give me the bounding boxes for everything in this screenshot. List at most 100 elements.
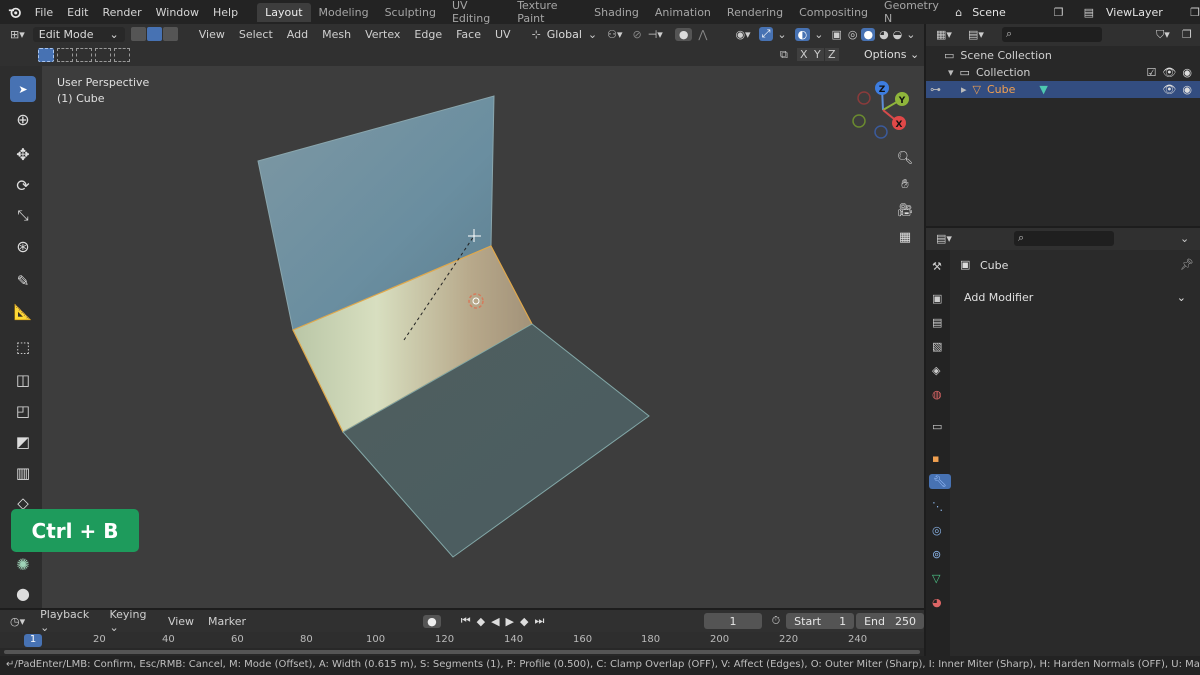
orientation-label[interactable]: Global	[547, 28, 582, 41]
expand-arrow-icon[interactable]: ▾	[948, 66, 954, 79]
measure-tool-icon[interactable]: 📐	[10, 299, 36, 325]
playhead-frame[interactable]: 1	[24, 634, 42, 647]
next-keyframe-icon[interactable]: ◆	[520, 615, 528, 628]
scene-copy-icon[interactable]: ❐	[1054, 6, 1064, 19]
display-mode-icon[interactable]: ▤▾	[968, 28, 984, 41]
menu-face[interactable]: Face	[449, 28, 488, 41]
world-tab-icon[interactable]: ◍	[932, 388, 942, 401]
menu-file[interactable]: File	[28, 6, 60, 19]
menu-render[interactable]: Render	[95, 6, 148, 19]
mirror-x-toggle[interactable]: X	[797, 48, 811, 61]
chevron-down-icon[interactable]: ⌄	[588, 28, 597, 41]
tab-layout[interactable]: Layout	[257, 2, 311, 22]
mesh-render[interactable]	[42, 66, 924, 608]
menu-vertex[interactable]: Vertex	[358, 28, 407, 41]
snap-icon[interactable]: ⊘	[632, 28, 641, 41]
loop-cut-tool-icon[interactable]: ▥	[10, 460, 36, 486]
prev-keyframe-icon[interactable]: ◆	[477, 615, 485, 628]
camera-view-icon[interactable]: 🎥︎	[894, 199, 916, 221]
physics-tab-icon[interactable]: ◎	[932, 524, 942, 537]
annotate-tool-icon[interactable]: ✎	[10, 268, 36, 294]
record-button[interactable]: ●	[423, 614, 441, 628]
pan-hand-icon[interactable]: ✋︎	[894, 173, 916, 195]
outliner-cube[interactable]: ⊶ ▸ ▽ Cube ▼ 👁︎ ◉	[926, 81, 1200, 98]
scene-tab-icon[interactable]: ◈	[932, 364, 940, 377]
search-input[interactable]: ⌕	[1002, 27, 1102, 42]
blender-logo-icon[interactable]	[8, 4, 22, 20]
select-invert-icon[interactable]	[95, 48, 111, 62]
smooth-tool-icon[interactable]: ●	[10, 580, 36, 606]
object-tab-icon[interactable]: ▪	[932, 452, 939, 465]
view-layer-tab-icon[interactable]: ▧	[932, 340, 942, 353]
visibility-eye-icon[interactable]: 👁︎	[1162, 83, 1176, 96]
material-tab-icon[interactable]: ◕	[932, 596, 942, 609]
outliner-editor-icon[interactable]: ▦▾	[936, 28, 952, 41]
falloff-icon[interactable]: ⋀	[698, 28, 707, 41]
chevron-down-icon[interactable]: ⌄	[1180, 232, 1189, 245]
menu-window[interactable]: Window	[149, 6, 206, 19]
menu-add[interactable]: Add	[280, 28, 315, 41]
menu-view[interactable]: View	[192, 28, 232, 41]
render-camera-icon[interactable]: ◉	[1182, 83, 1192, 96]
scene-name[interactable]: Scene	[972, 6, 1054, 19]
rotate-tool-icon[interactable]: ⟳	[10, 172, 36, 198]
timeline-ruler[interactable]: 1 20 40 60 80 100 120 140 160 180 200 22…	[0, 632, 924, 648]
menu-help[interactable]: Help	[206, 6, 245, 19]
properties-editor-icon[interactable]: ▤▾	[936, 232, 952, 245]
gizmo-toggle-icon[interactable]: ⤢	[758, 27, 774, 41]
select-intersect-icon[interactable]	[114, 48, 130, 62]
modifier-tab-icon[interactable]: 🔧︎	[929, 474, 951, 489]
transform-orientation-icon[interactable]: ⊹	[532, 28, 541, 41]
xray-icon[interactable]: ▣	[831, 28, 841, 41]
navigation-gizmo[interactable]: Z Y X	[852, 78, 912, 140]
tab-modeling[interactable]: Modeling	[311, 3, 377, 22]
options-dropdown[interactable]: Options ⌄	[864, 48, 919, 61]
current-frame-field[interactable]: 1	[704, 613, 762, 629]
expand-arrow-icon[interactable]: ▸	[961, 83, 967, 96]
menu-edit[interactable]: Edit	[60, 6, 95, 19]
filter-icon[interactable]: ⛉▾	[1156, 28, 1170, 42]
end-frame-field[interactable]: End 250	[856, 613, 924, 629]
timeline-scrollbar[interactable]	[4, 650, 920, 654]
outliner-collection[interactable]: ▾ ▭ Collection ☑ 👁︎ ◉	[926, 64, 1200, 81]
tab-compositing[interactable]: Compositing	[791, 3, 876, 22]
collection-tab-icon[interactable]: ▭	[932, 420, 942, 433]
chevron-down-icon[interactable]: ⌄	[906, 28, 915, 41]
select-tool-icon[interactable]: ➤	[10, 76, 36, 102]
render-tab-icon[interactable]: ▣	[932, 292, 942, 305]
bevel-tool-icon[interactable]: ◩	[10, 429, 36, 455]
view-layer-copy-icon[interactable]: ❐	[1190, 6, 1200, 19]
solid-shading-icon[interactable]: ●	[861, 27, 876, 41]
new-collection-icon[interactable]: ❐	[1182, 28, 1192, 41]
tab-animation[interactable]: Animation	[647, 3, 719, 22]
editor-type-icon[interactable]: ⊞▾	[10, 28, 25, 41]
menu-marker[interactable]: Marker	[201, 615, 253, 628]
render-camera-icon[interactable]: ◉	[1182, 66, 1192, 79]
edge-select-icon[interactable]	[146, 27, 162, 41]
menu-select[interactable]: Select	[232, 28, 280, 41]
output-tab-icon[interactable]: ▤	[932, 316, 942, 329]
menu-timeline-view[interactable]: View	[161, 615, 201, 628]
pivot-icon[interactable]: ⚇▾	[607, 28, 622, 41]
inset-tool-icon[interactable]: ◰	[10, 398, 36, 424]
scene-icon[interactable]: ⌂	[955, 6, 962, 19]
stopwatch-icon[interactable]: ⏱	[772, 614, 781, 628]
data-tab-icon[interactable]: ▽	[932, 572, 940, 585]
select-box-icon[interactable]	[38, 48, 54, 62]
select-extend-icon[interactable]	[57, 48, 73, 62]
pin-icon[interactable]: 📌︎	[1180, 258, 1194, 271]
visibility-icon[interactable]: ◉▾	[735, 28, 750, 41]
proportional-edit-icon[interactable]: ●	[674, 27, 693, 41]
mesh-data-icon[interactable]: ▼	[1039, 83, 1047, 96]
rendered-shading-icon[interactable]: ◒	[893, 28, 903, 41]
chevron-down-icon[interactable]: ⌄	[777, 28, 786, 41]
tool-tab-icon[interactable]: ⚒	[932, 260, 942, 273]
menu-mesh[interactable]: Mesh	[315, 28, 358, 41]
move-tool-icon[interactable]: ✥	[10, 141, 36, 167]
play-reverse-icon[interactable]: ◀	[491, 615, 499, 628]
mirror-icon[interactable]: ⧉	[780, 48, 788, 62]
constraints-tab-icon[interactable]: ⊚	[932, 548, 941, 561]
vertex-select-icon[interactable]	[130, 27, 146, 41]
outliner-scene-collection[interactable]: ▭ Scene Collection	[926, 47, 1200, 64]
overlay-toggle-icon[interactable]: ◐	[794, 27, 811, 41]
